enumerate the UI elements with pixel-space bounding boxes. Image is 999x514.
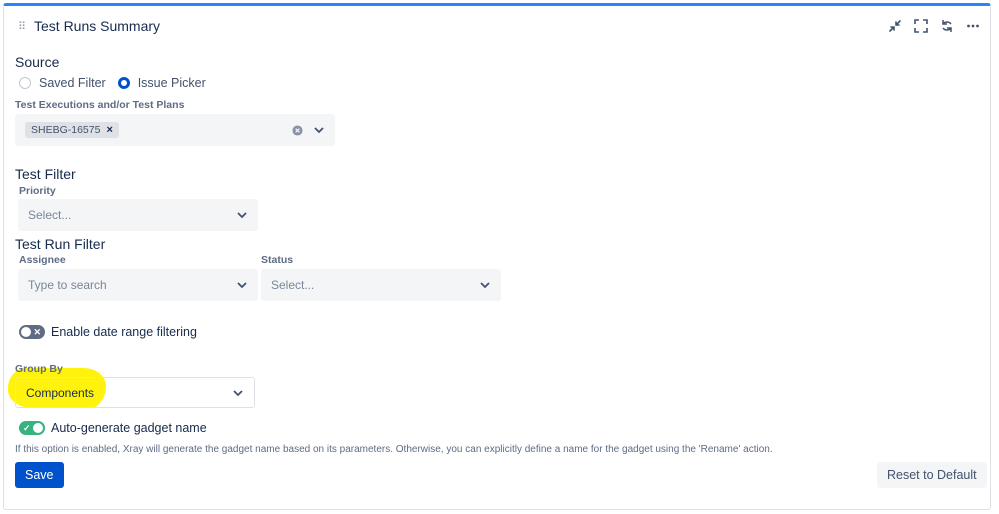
status-select[interactable]: Select... xyxy=(261,269,501,301)
priority-select[interactable]: Select... xyxy=(18,199,258,231)
test-filter-title: Test Filter xyxy=(15,166,76,182)
refresh-icon[interactable] xyxy=(939,18,955,34)
radio-issue-picker-label: Issue Picker xyxy=(137,76,206,90)
auto-name-help: If this option is enabled, Xray will gen… xyxy=(15,444,773,455)
picker-label: Test Executions and/or Test Plans xyxy=(15,99,185,111)
auto-name-label: Auto-generate gadget name xyxy=(51,421,207,435)
radio-issue-picker[interactable] xyxy=(117,77,130,89)
source-title: Source xyxy=(15,54,60,70)
status-label: Status xyxy=(261,254,294,266)
chevron-down-icon xyxy=(480,282,490,289)
chevron-down-icon[interactable] xyxy=(313,124,325,136)
more-icon[interactable] xyxy=(965,18,981,34)
fullscreen-icon[interactable] xyxy=(913,18,929,34)
status-placeholder: Select... xyxy=(271,278,315,292)
header-actions xyxy=(887,18,981,34)
toggle-knob xyxy=(33,423,43,433)
source-radio-group: Saved Filter Issue Picker xyxy=(19,76,206,90)
assignee-placeholder: Type to search xyxy=(28,278,107,292)
collapse-icon[interactable] xyxy=(887,18,903,34)
drag-handle-icon[interactable]: ⠿ xyxy=(18,20,30,33)
issue-tag-label: SHEBG-16575 xyxy=(31,124,101,136)
date-range-label: Enable date range filtering xyxy=(51,325,197,339)
toggle-off-icon: ✕ xyxy=(33,327,41,337)
clear-icon[interactable] xyxy=(292,124,303,136)
test-run-filter-title: Test Run Filter xyxy=(15,236,106,252)
group-by-value: Components xyxy=(26,385,95,400)
remove-tag-icon[interactable]: × xyxy=(106,124,112,136)
auto-name-row: ✓ Auto-generate gadget name xyxy=(19,421,207,435)
assignee-label: Assignee xyxy=(19,254,66,266)
radio-saved-filter[interactable] xyxy=(19,77,31,89)
priority-placeholder: Select... xyxy=(28,208,72,222)
gadget-title: Test Runs Summary xyxy=(34,18,161,34)
issue-picker-input[interactable]: SHEBG-16575 × xyxy=(15,114,335,146)
save-button[interactable]: Save xyxy=(15,462,64,488)
date-range-row: ✕ Enable date range filtering xyxy=(19,325,197,339)
gadget-header: ⠿ Test Runs Summary xyxy=(18,18,160,34)
chevron-down-icon xyxy=(237,282,247,289)
priority-label: Priority xyxy=(19,185,56,197)
group-by-label: Group By xyxy=(15,363,63,375)
assignee-select[interactable]: Type to search xyxy=(18,269,258,301)
chevron-down-icon xyxy=(233,389,243,396)
toggle-knob xyxy=(21,327,31,337)
reset-button[interactable]: Reset to Default xyxy=(877,462,987,488)
date-range-toggle[interactable]: ✕ xyxy=(19,325,45,339)
auto-name-toggle[interactable]: ✓ xyxy=(19,421,45,435)
toggle-check-icon: ✓ xyxy=(23,423,31,433)
group-by-select[interactable]: Components xyxy=(15,377,255,408)
issue-tag: SHEBG-16575 × xyxy=(25,122,119,138)
radio-saved-filter-label: Saved Filter xyxy=(39,76,106,90)
chevron-down-icon xyxy=(237,212,247,219)
